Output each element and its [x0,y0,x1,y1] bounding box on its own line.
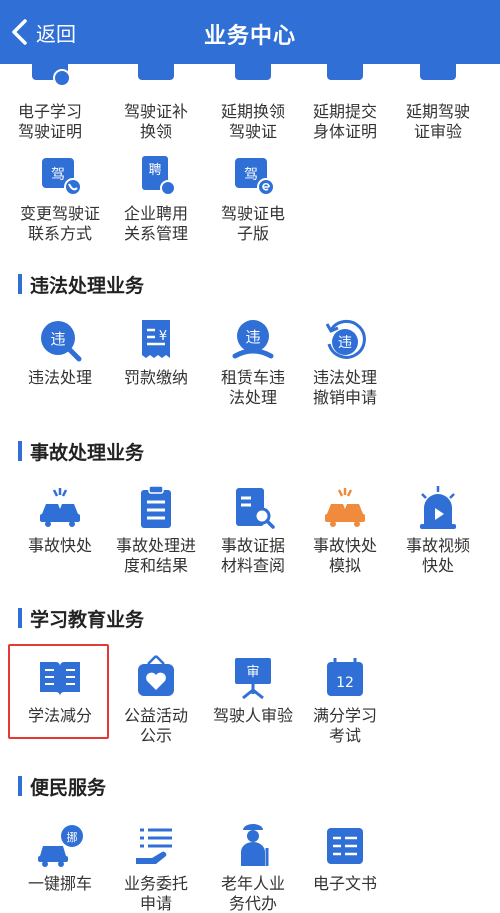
service-violation-revoke[interactable]: 违 违法处理 撤销申请 [297,316,393,408]
top-bar: 返回 业务中心 [0,0,500,64]
review-board-icon: 审 [235,658,271,700]
review-badge: 审 [246,665,259,680]
calendar-twelve-icon: 12 [327,658,363,696]
service-fine-payment[interactable]: ¥ 罚款缴纳 [108,316,204,388]
rental-badge: 违 [245,328,260,346]
service-driver-review[interactable]: 审 驾驶人审验 [205,654,301,726]
service-full-score-study[interactable]: 12 满分学习 考试 [297,654,393,746]
license-review-icon [420,64,456,80]
elderly-person-icon [241,824,269,866]
section-accident-title: 事故处理业务 [30,441,145,464]
section-violation-title: 违法处理业务 [30,274,145,297]
section-convenience-title: 便民服务 [30,776,107,799]
employment-badge: 聘 [148,163,161,178]
section-education-title: 学习教育业务 [30,608,145,631]
service-health-proof[interactable]: 延期提交 身体证明 [297,64,393,142]
revoke-badge: 违 [338,335,352,351]
health-proof-icon [327,64,363,80]
move-car-icon: 挪 [38,825,83,867]
checklist-icon [141,485,171,528]
service-rental-violation[interactable]: 违 租赁车违 法处理 [205,316,301,408]
document-search-icon [236,488,275,529]
section-violation-header: 违法处理业务 [18,272,145,297]
heart-hand-sign-icon [138,655,174,696]
list-hand-icon [136,828,172,864]
service-e-license[interactable]: 驾 驾驶证电 子版 [205,152,301,244]
service-employment[interactable]: 聘 企业聘用 关系管理 [108,152,204,244]
section-accent-bar [18,776,22,796]
service-accident-quick[interactable]: 事故快处 [12,484,108,556]
service-business-entrust[interactable]: 业务委托 申请 [108,822,204,913]
service-license-replace[interactable]: 驾驶证补 换领 [108,64,204,142]
rental-violation-icon: 违 [232,320,274,359]
service-accident-video[interactable]: 事故视频 快处 [390,484,486,576]
service-study-law-points[interactable]: 学法减分 [12,654,108,726]
violation-magnifier-icon: 违 [41,321,82,362]
receipt-icon: ¥ [142,320,170,358]
twelve-badge: 12 [336,675,354,691]
service-public-welfare[interactable]: 公益活动 公示 [108,654,204,746]
employment-icon: 聘 [142,156,176,196]
service-e-study-proof[interactable]: 电子学习 驾驶证明 [2,64,98,142]
service-license-delay[interactable]: 延期换领 驾驶证 [205,64,301,142]
e-document-icon [327,828,363,864]
service-accident-progress[interactable]: 事故处理进 度和结果 [108,484,204,576]
license-replace-icon [138,64,174,80]
service-grid: 电子学习 驾驶证明 驾驶证补 换领 延期换领 驾驶证 延期提交 身体证明 延期驾… [0,64,500,913]
license-study-icon [32,64,71,87]
service-accident-simulate[interactable]: 事故快处 模拟 [297,484,393,576]
move-badge: 挪 [67,830,78,844]
page-title: 业务中心 [203,24,296,49]
yen-badge: ¥ [159,329,167,344]
service-accident-evidence[interactable]: 事故证据 材料查阅 [205,484,301,576]
section-education-header: 学习教育业务 [18,606,145,631]
service-violation-handle[interactable]: 违 违法处理 [12,316,108,388]
section-accent-bar [18,441,22,461]
siren-play-icon [420,486,456,529]
section-accent-bar [18,608,22,628]
violation-badge: 违 [50,330,65,348]
license-delay-icon [235,64,271,80]
service-e-document[interactable]: 电子文书 [297,822,393,894]
contact-change-badge: 驾 [51,167,65,183]
section-convenience-header: 便民服务 [18,774,107,799]
e-license-badge: 驾 [244,167,258,183]
car-collision-orange-icon [325,488,365,527]
section-accident-header: 事故处理业务 [18,439,145,464]
car-collision-icon [40,488,80,527]
contact-change-icon: 驾 [42,158,82,196]
e-license-icon: 驾 [235,158,275,196]
open-book-icon [40,662,80,696]
service-license-review[interactable]: 延期驾驶 证审验 [390,64,486,142]
service-elderly-agent[interactable]: 老年人业 务代办 [205,822,301,913]
service-move-car[interactable]: 挪 一键挪车 [12,822,108,894]
section-accent-bar [18,274,22,294]
service-contact-change[interactable]: 驾 变更驾驶证 联系方式 [12,152,108,244]
revoke-icon: 违 [325,319,366,359]
